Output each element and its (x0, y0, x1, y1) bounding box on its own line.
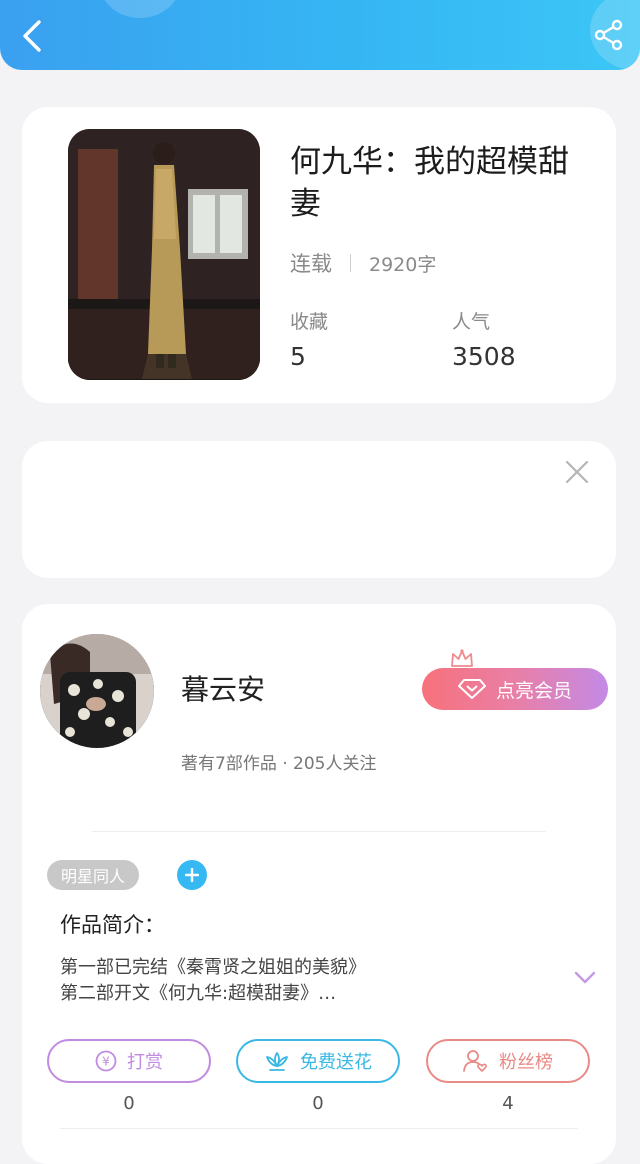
fan-ranking-button[interactable]: 粉丝榜 (426, 1039, 590, 1083)
author-name[interactable]: 暮云安 (181, 668, 265, 708)
top-bar (0, 0, 640, 70)
fan-ranking-label: 粉丝榜 (499, 1052, 553, 1073)
diamond-icon (457, 679, 486, 699)
intro-text: 第一部已完结《秦霄贤之姐姐的美貌》 第二部开文《何九华:超模甜妻》… (60, 955, 366, 1007)
vip-label: 点亮会员 (495, 679, 572, 702)
avatar[interactable] (40, 634, 154, 748)
book-title: 何九华：我的超模甜妻 (290, 144, 569, 222)
header-decoration (100, 0, 180, 18)
book-info-card: 何九华：我的超模甜妻 连载 2920字 收藏 5 人气 3508 (22, 107, 616, 403)
svg-text:¥: ¥ (102, 1055, 110, 1069)
lotus-flower-icon (266, 1052, 288, 1071)
popularity-label: 人气 (452, 311, 491, 333)
favorites-label: 收藏 (290, 311, 329, 333)
favorites-value: 5 (290, 342, 306, 371)
vip-pill: 点亮会员 (422, 668, 608, 710)
popularity-value: 3508 (452, 342, 516, 371)
cover-illustration (68, 129, 260, 380)
intro-line: 第二部开文《何九华:超模甜妻》… (60, 983, 337, 1004)
flower-count: 0 (312, 1093, 324, 1114)
divider (60, 1128, 578, 1129)
intro-line: 第一部已完结《秦霄贤之姐姐的美貌》 (60, 957, 366, 978)
free-flower-label: 免费送花 (300, 1052, 372, 1073)
genre-tag[interactable]: 明星同人 (47, 860, 140, 890)
author-stats: 著有7部作品 · 205人关注 (181, 754, 377, 774)
chevron-left-icon (23, 20, 41, 52)
book-cover[interactable] (68, 129, 260, 380)
free-flower-button[interactable]: 免费送花 (236, 1039, 400, 1083)
expand-intro-button[interactable] (568, 964, 602, 992)
back-button[interactable] (12, 14, 52, 58)
reward-button[interactable]: ¥ 打赏 (47, 1039, 211, 1083)
reward-label: 打赏 (127, 1052, 163, 1073)
add-tag-button[interactable] (177, 860, 207, 890)
avatar-image (40, 634, 154, 748)
author-card: 暮云安 点亮会员 著有7部作品 · 205人关注 明星同人 作品简介： 第一部已… (22, 604, 616, 1164)
yen-coin-icon: ¥ (95, 1050, 117, 1072)
book-meta: 连载 2920字 (290, 248, 436, 278)
vip-button[interactable]: 点亮会员 (422, 648, 610, 712)
ad-card (22, 441, 616, 578)
crown-icon (451, 649, 473, 667)
fan-count: 4 (502, 1093, 514, 1114)
book-status: 连载 (290, 252, 332, 276)
close-ad-button[interactable] (558, 453, 596, 491)
plus-icon (185, 868, 199, 882)
fan-user-icon (463, 1050, 487, 1072)
chevron-down-icon (574, 971, 596, 984)
reward-count: 0 (123, 1093, 135, 1114)
book-word-count: 2920字 (369, 253, 437, 276)
divider (92, 831, 546, 832)
share-icon (594, 19, 623, 51)
close-icon (565, 460, 589, 484)
intro-label: 作品简介： (60, 913, 165, 937)
share-button[interactable] (592, 16, 626, 54)
meta-separator (350, 254, 351, 272)
